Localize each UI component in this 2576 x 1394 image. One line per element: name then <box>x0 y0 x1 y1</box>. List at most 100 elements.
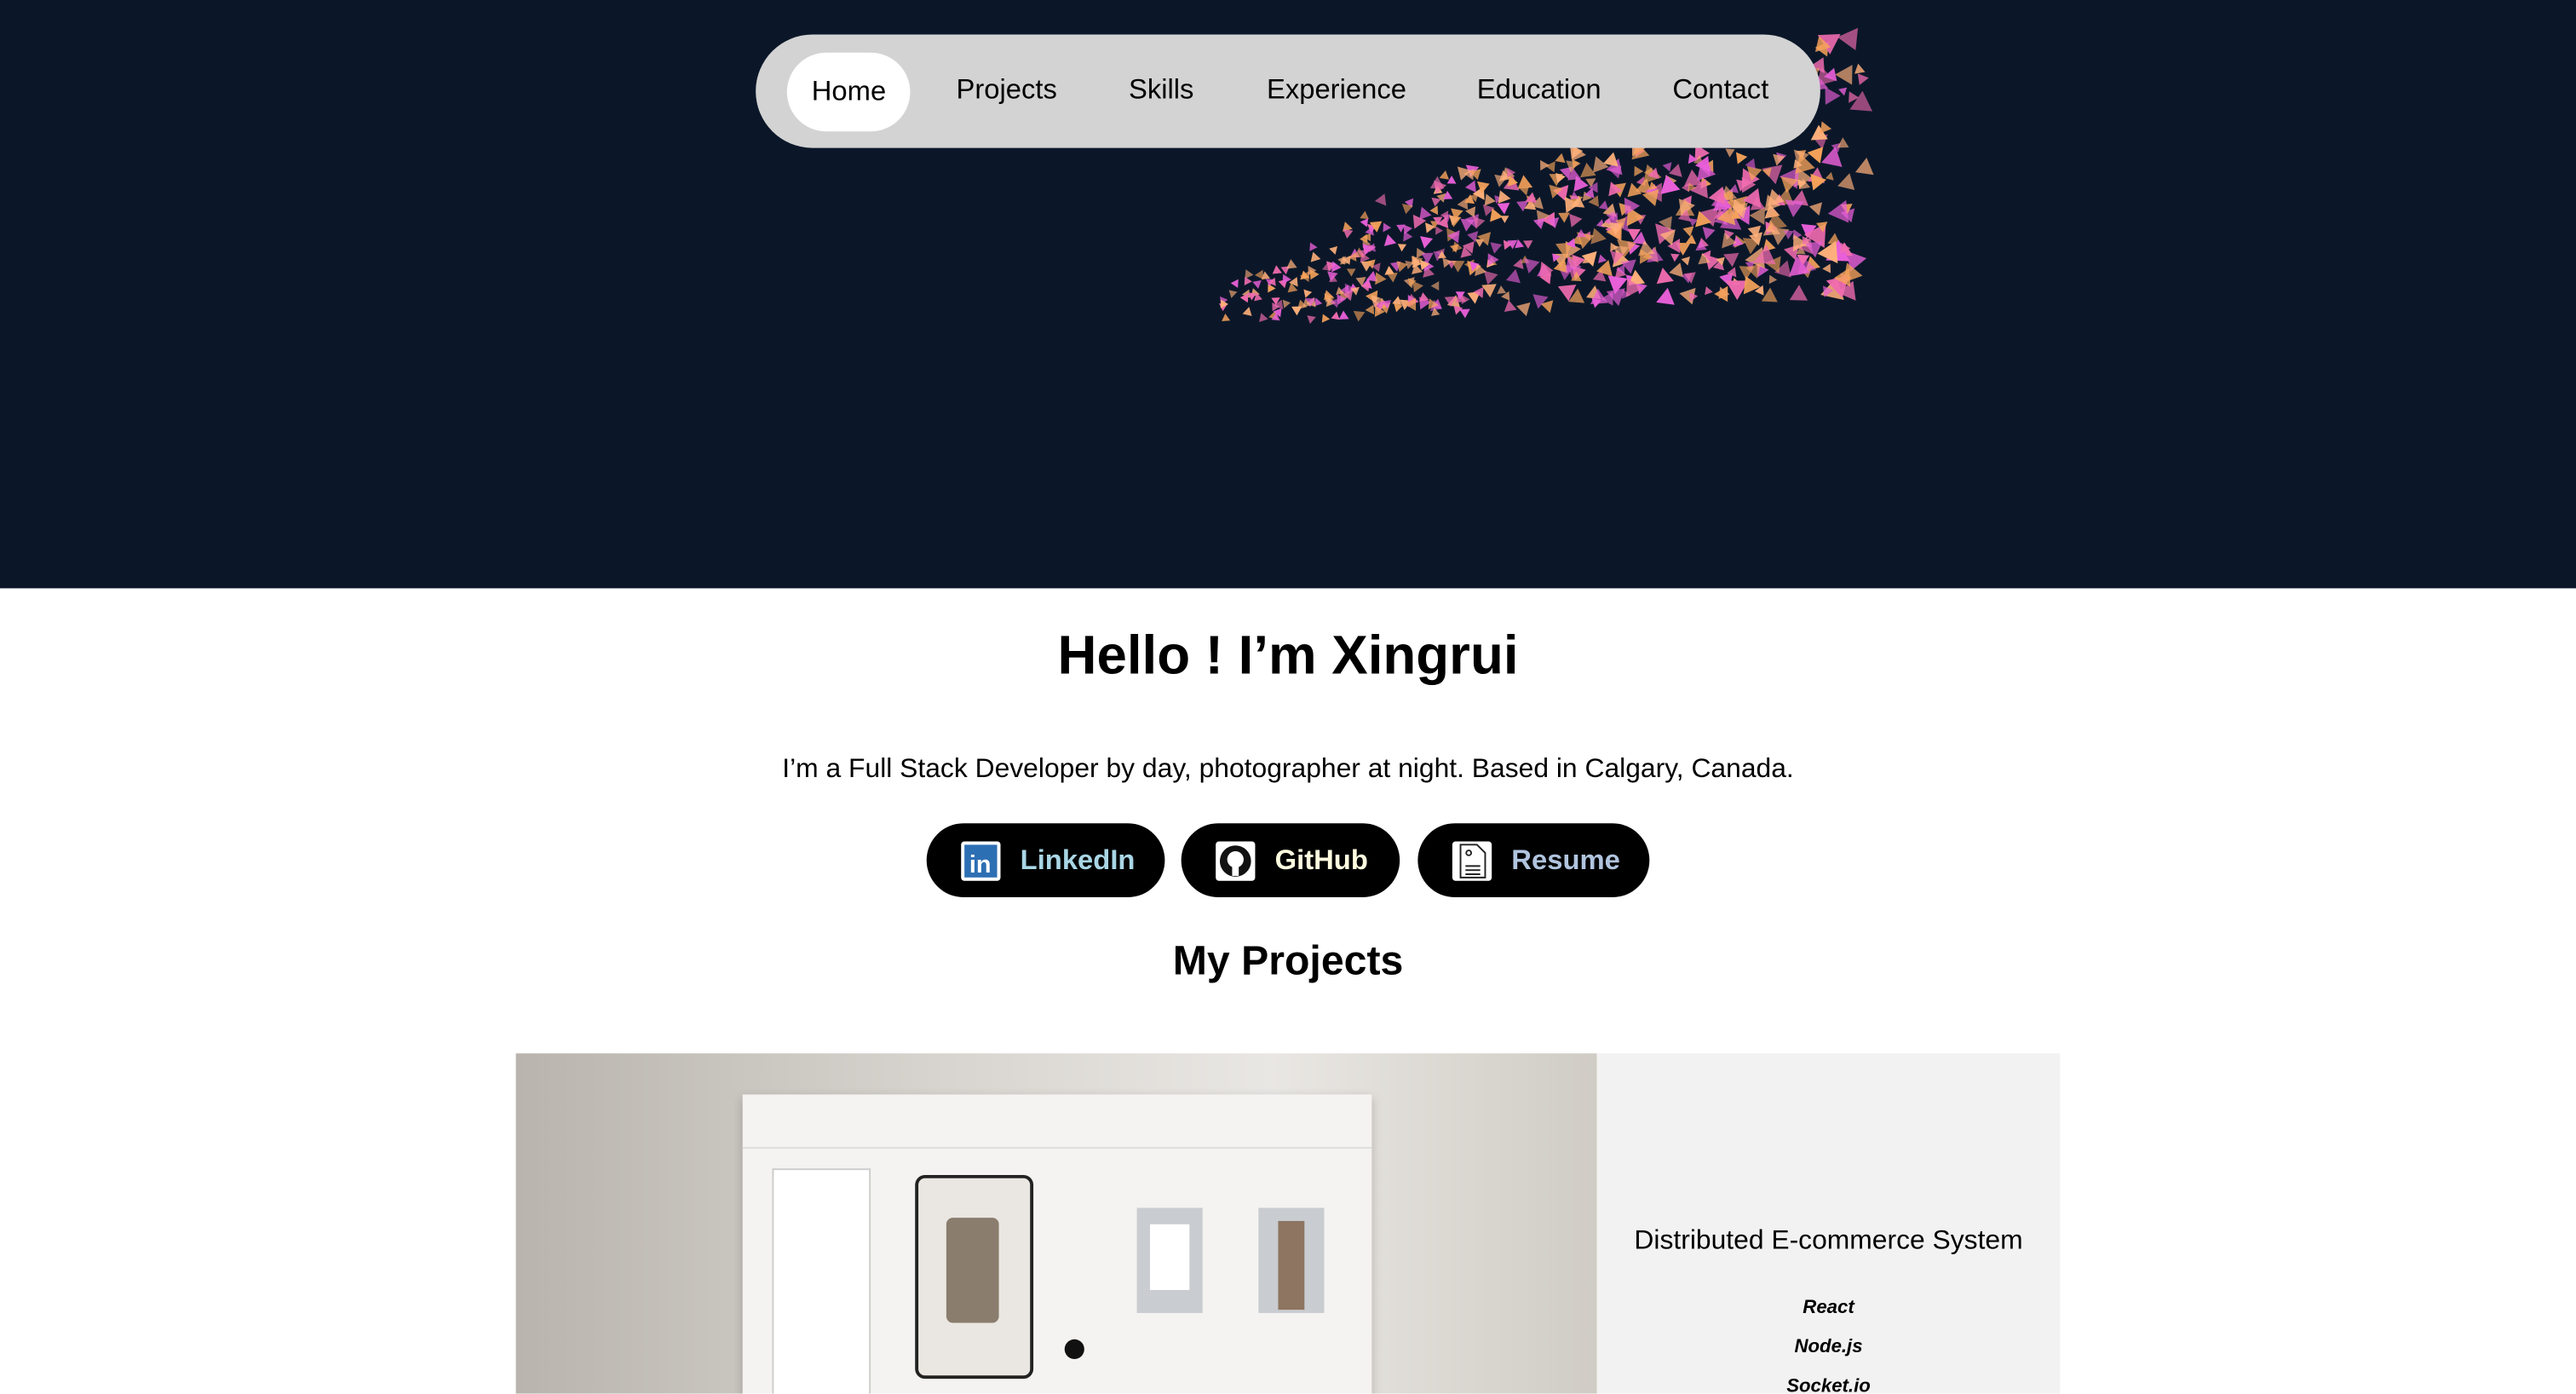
particle <box>1768 274 1778 285</box>
particle <box>1386 272 1398 283</box>
particle <box>1483 270 1498 285</box>
particle <box>1761 287 1778 302</box>
particle <box>1259 313 1268 323</box>
particle <box>1517 175 1533 189</box>
particle <box>1429 205 1439 216</box>
particle <box>1435 226 1444 235</box>
particle <box>1353 310 1366 322</box>
github-button[interactable]: GitHub <box>1181 823 1400 898</box>
particle <box>1490 242 1503 254</box>
particle <box>1762 164 1783 185</box>
particle <box>1656 287 1675 305</box>
particle <box>1230 279 1239 288</box>
particle <box>1360 210 1369 220</box>
particle <box>1837 27 1859 51</box>
particle <box>1464 180 1476 193</box>
particle <box>1532 217 1545 230</box>
particle <box>1822 263 1831 274</box>
particle <box>1360 218 1369 228</box>
svg-text:in: in <box>969 850 992 877</box>
particle <box>1685 234 1697 245</box>
top-nav: Home Projects Skills Experience Educatio… <box>756 34 1820 148</box>
particle <box>1505 268 1521 284</box>
particle <box>1820 121 1832 134</box>
particle <box>1837 137 1849 148</box>
particle <box>1383 233 1397 246</box>
particle <box>1558 212 1570 223</box>
resume-button[interactable]: Resume <box>1417 823 1650 898</box>
particle <box>1430 280 1440 291</box>
particle <box>1634 165 1644 176</box>
particle <box>1412 280 1423 293</box>
particle <box>1545 161 1555 173</box>
particle <box>1504 300 1517 313</box>
linkedin-button[interactable]: in LinkedIn <box>926 823 1165 898</box>
particle <box>1723 252 1739 268</box>
particle <box>1254 269 1264 280</box>
project-info: Distributed E-commerce System React Node… <box>1596 1053 2061 1394</box>
particle <box>1497 285 1507 294</box>
tech-tag: Node.js <box>1794 1337 1863 1358</box>
particle <box>1854 157 1874 176</box>
project-card[interactable]: Distributed E-commerce System React Node… <box>515 1053 2061 1394</box>
project-image <box>515 1053 1597 1394</box>
particle <box>1383 222 1392 233</box>
particle <box>1735 152 1748 164</box>
particle <box>1291 306 1302 316</box>
particle <box>1374 193 1387 206</box>
particle <box>1570 191 1579 199</box>
particle <box>1331 311 1340 320</box>
nav-projects[interactable]: Projects <box>956 74 1056 107</box>
particle <box>1807 147 1824 164</box>
nav-home[interactable]: Home <box>786 52 911 132</box>
particle <box>1431 197 1441 207</box>
particle <box>1418 292 1429 302</box>
particle <box>1403 224 1413 234</box>
particle <box>1338 310 1349 320</box>
nav-experience[interactable]: Experience <box>1267 74 1406 107</box>
particle <box>1789 285 1808 301</box>
particle <box>1242 307 1252 316</box>
particle <box>1498 190 1511 204</box>
particle <box>1451 260 1465 273</box>
particle <box>1838 87 1848 96</box>
linkedin-label: LinkedIn <box>1020 844 1136 875</box>
particle <box>1497 202 1510 215</box>
particle <box>1303 289 1313 298</box>
particle <box>1321 314 1331 323</box>
particle <box>1785 199 1804 217</box>
particle <box>1516 302 1531 317</box>
particle <box>1452 241 1463 252</box>
particle <box>1825 87 1841 106</box>
particle <box>1662 162 1672 172</box>
particle <box>1439 170 1450 180</box>
nav-education[interactable]: Education <box>1477 74 1601 107</box>
particle <box>1555 153 1566 164</box>
particle <box>1228 290 1238 298</box>
particle <box>1569 213 1583 228</box>
particle <box>1592 156 1609 173</box>
projects-heading: My Projects <box>1172 938 1404 985</box>
linkedin-icon: in <box>961 840 1001 880</box>
particle <box>1669 262 1684 278</box>
particle <box>1310 251 1321 262</box>
particle <box>1446 176 1457 184</box>
particle <box>1825 171 1834 181</box>
particle <box>1681 256 1690 266</box>
particle <box>1309 242 1318 251</box>
nav-contact[interactable]: Contact <box>1672 74 1768 107</box>
particle <box>1484 193 1496 206</box>
nav-skills[interactable]: Skills <box>1129 74 1194 107</box>
particle <box>1835 65 1853 85</box>
particle <box>1245 269 1254 279</box>
page-title: Hello ! I’m Xingrui <box>1057 624 1519 686</box>
particle <box>1397 244 1407 252</box>
particle <box>1837 173 1855 190</box>
particle <box>1597 254 1607 263</box>
particle <box>1457 198 1469 210</box>
particle <box>1222 313 1231 322</box>
particle <box>1252 279 1262 289</box>
tech-tag: Socket.io <box>1786 1377 1871 1394</box>
particle <box>1725 148 1735 158</box>
particle <box>1656 268 1674 285</box>
